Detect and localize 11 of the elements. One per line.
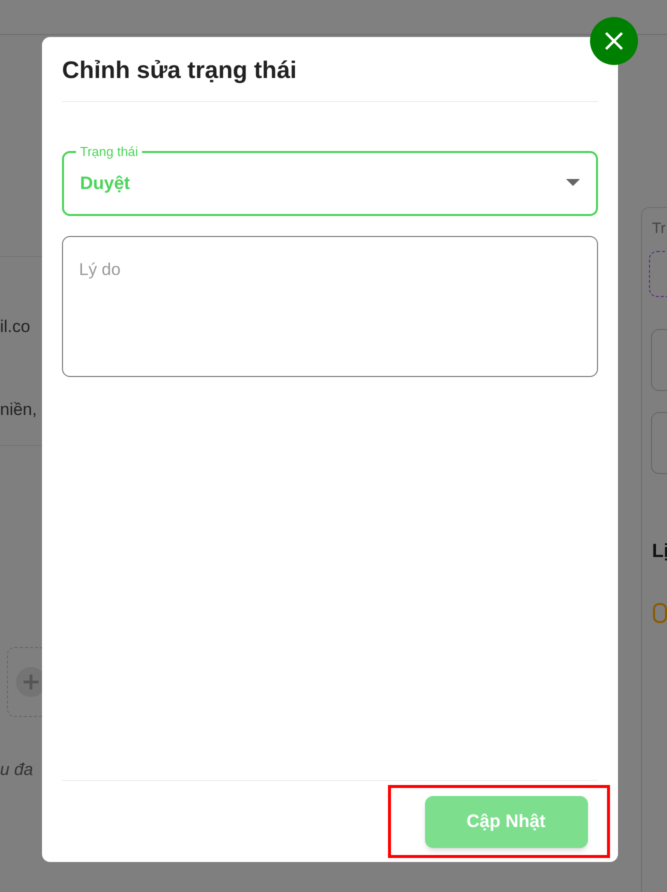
- note-text: u đa: [0, 759, 34, 781]
- field-label: Tr: [652, 219, 666, 239]
- status-select[interactable]: Trạng thái Duyệt: [62, 144, 598, 216]
- field-label: Trạng thái: [79, 144, 140, 160]
- dialog-title: Chỉnh sửa trạng thái: [62, 57, 297, 84]
- caret-icon: [566, 179, 580, 187]
- reason-field[interactable]: Lý do: [62, 236, 598, 377]
- email-text: il.co: [0, 316, 30, 338]
- select-value: Duyệt: [80, 172, 130, 195]
- close-icon: [604, 31, 624, 51]
- address-text: niền,: [0, 399, 37, 421]
